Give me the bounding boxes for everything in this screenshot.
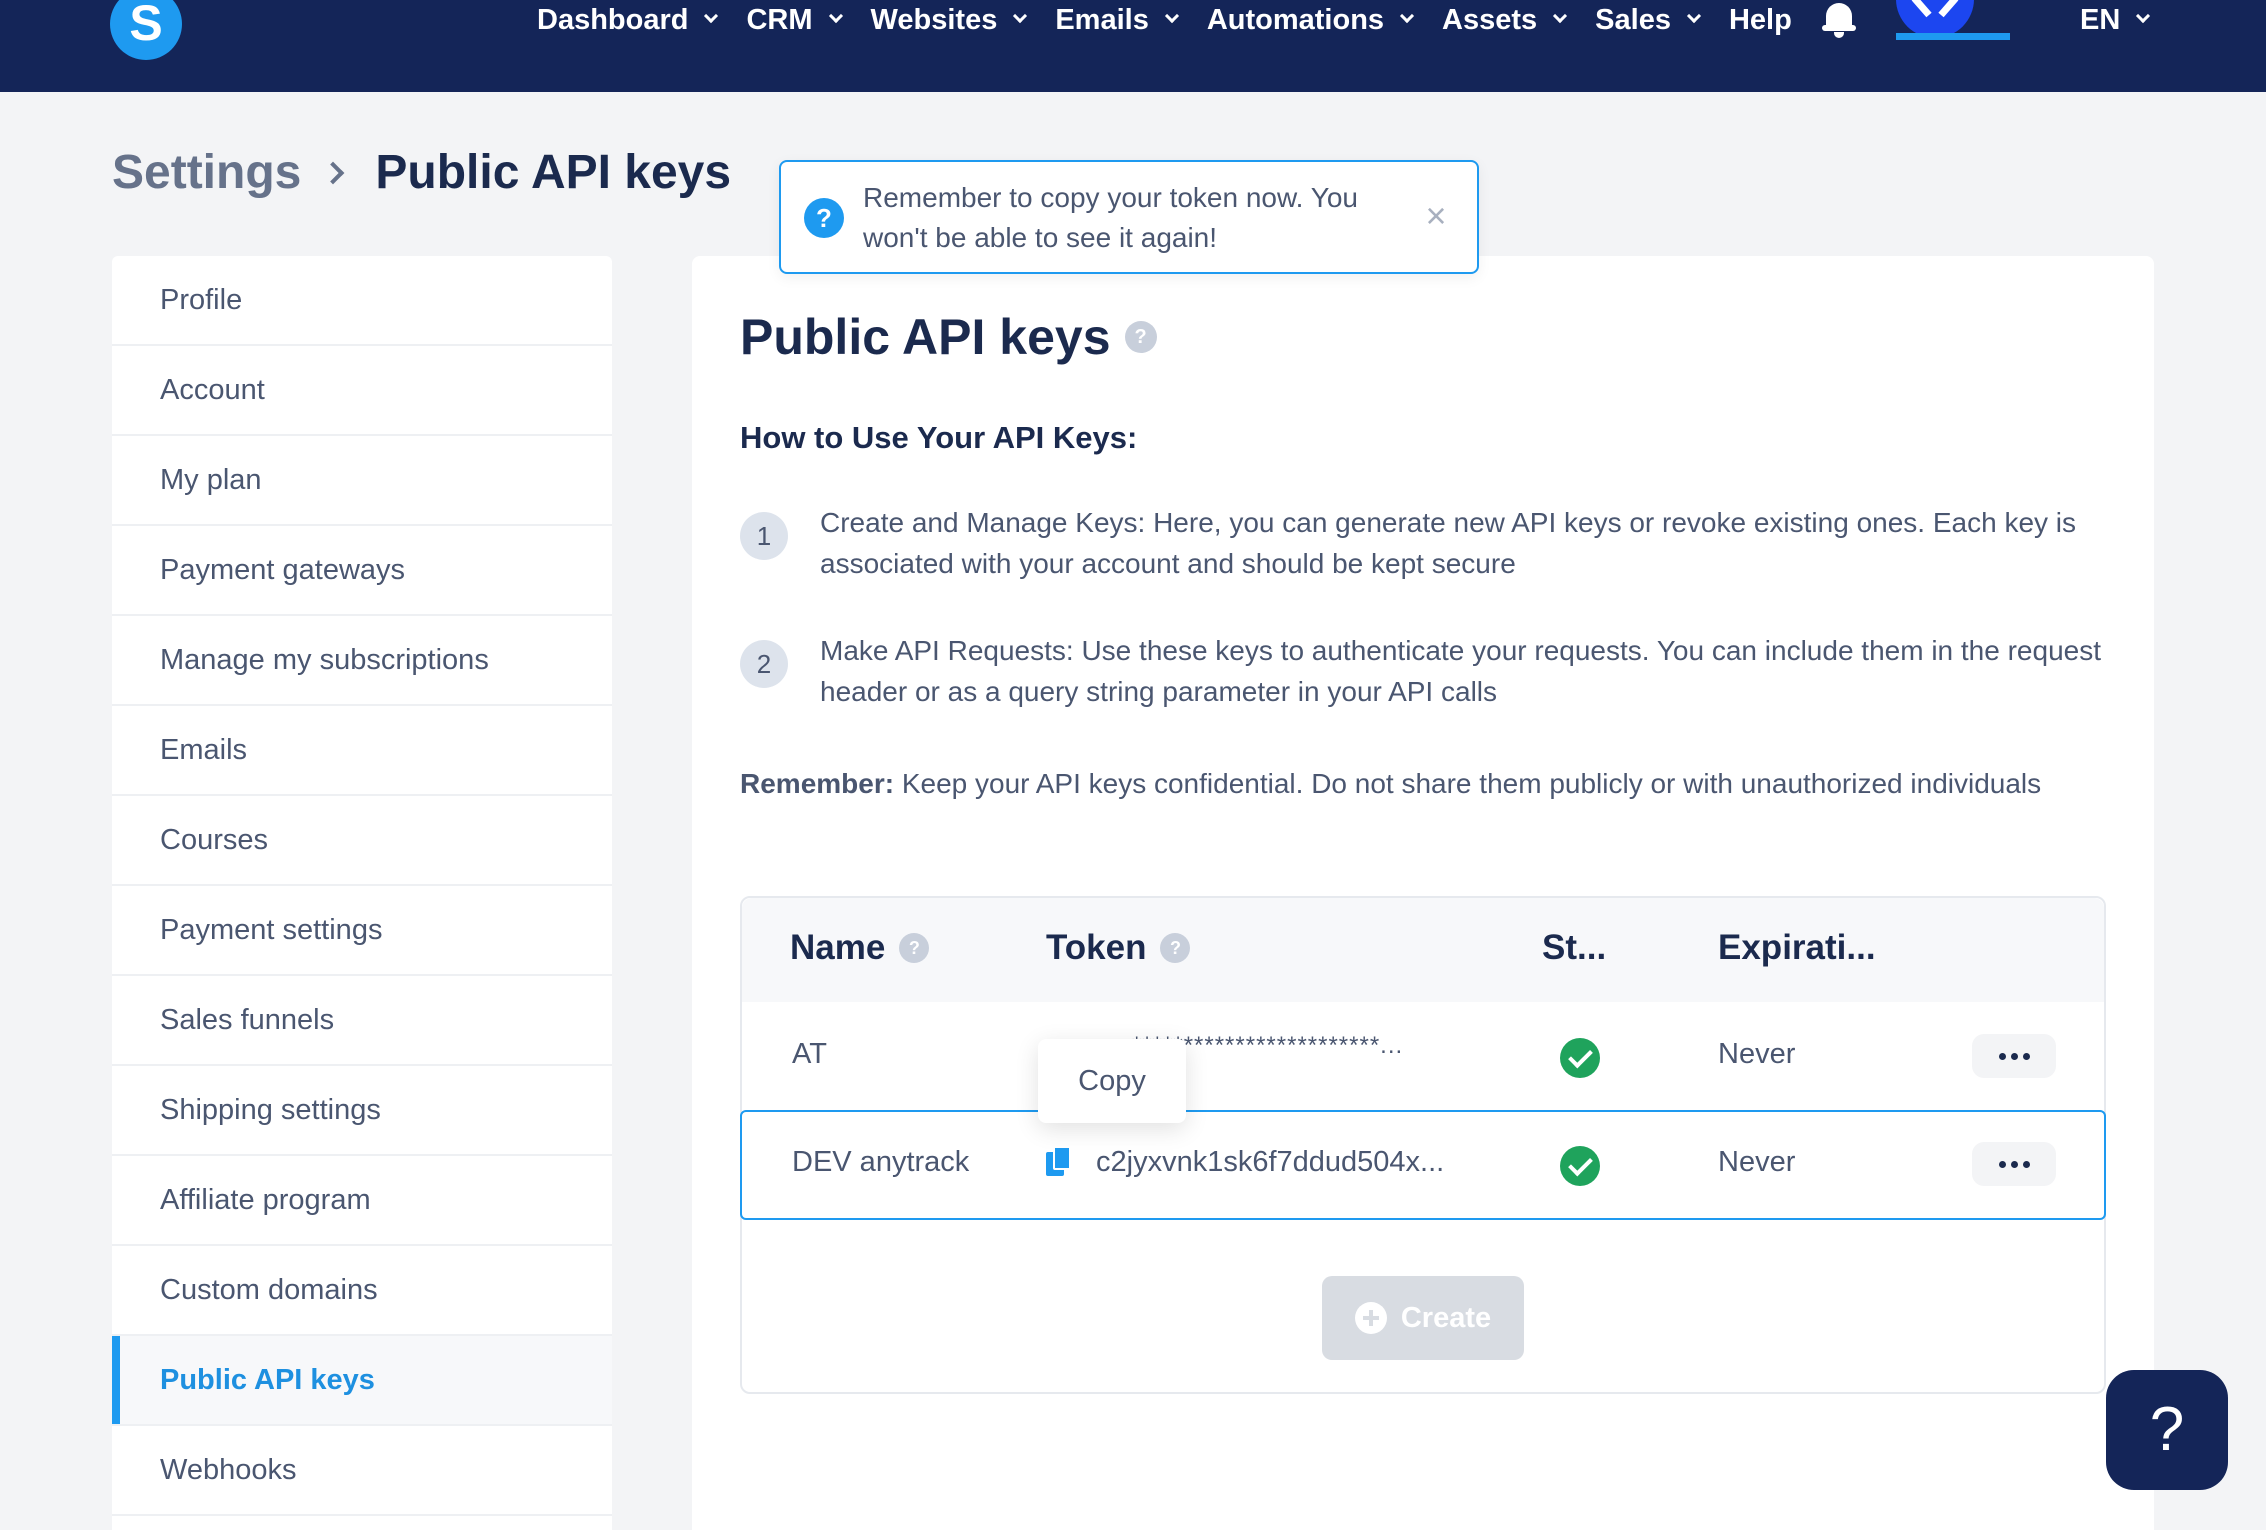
sidebar-item-webhooks[interactable]: Webhooks <box>112 1426 612 1516</box>
info-toast: ? Remember to copy your token now. You w… <box>779 160 1479 274</box>
remember-text: Keep your API keys confidential. Do not … <box>894 768 2042 799</box>
chevron-down-icon <box>1686 8 1702 24</box>
page-title-text: Public API keys <box>740 309 1111 365</box>
step-number: 1 <box>740 512 788 560</box>
close-icon[interactable]: × <box>1421 198 1451 234</box>
chevron-down-icon <box>1399 8 1415 24</box>
chevron-down-icon <box>828 8 843 24</box>
sidebar-item-profile[interactable]: Profile <box>112 256 612 346</box>
page-title: Public API keys ? <box>740 308 1157 366</box>
chevron-down-icon <box>704 8 719 24</box>
sidebar-item-sales-funnels[interactable]: Sales funnels <box>112 976 612 1066</box>
copy-tooltip: Copy <box>1038 1039 1186 1123</box>
column-header-token: Token? <box>1046 928 1191 968</box>
chevron-right-icon <box>322 161 345 184</box>
breadcrumb-settings[interactable]: Settings <box>112 145 301 200</box>
sidebar-item-my-plan[interactable]: My plan <box>112 436 612 526</box>
brand-arrows-icon <box>1911 0 1959 18</box>
remember-label: Remember: <box>740 768 895 799</box>
copy-icon[interactable] <box>1046 1146 1072 1178</box>
main-nav: Dashboard CRM Websites Emails Automation… <box>537 0 2010 40</box>
sidebar-item-manage-subscriptions[interactable]: Manage my subscriptions <box>112 616 612 706</box>
nav-dashboard[interactable]: Dashboard <box>537 4 719 37</box>
chevron-down-icon <box>2136 8 2151 24</box>
sidebar-item-public-api-keys[interactable]: Public API keys <box>112 1336 612 1426</box>
account-menu[interactable] <box>1895 0 2010 92</box>
sidebar-item-custom-domains[interactable]: Custom domains <box>112 1246 612 1336</box>
more-actions-button[interactable] <box>1972 1142 2056 1186</box>
sidebar-item-affiliate-program[interactable]: Affiliate program <box>112 1156 612 1246</box>
plus-circle-icon <box>1354 1302 1387 1334</box>
sidebar-item-courses[interactable]: Courses <box>112 796 612 886</box>
sidebar-item-shipping-settings[interactable]: Shipping settings <box>112 1066 612 1156</box>
create-key-button[interactable]: Create <box>1322 1276 1524 1360</box>
nav-sales[interactable]: Sales <box>1595 4 1702 37</box>
help-chat-button[interactable]: ? <box>2106 1370 2228 1490</box>
help-icon[interactable]: ? <box>1124 321 1157 353</box>
bell-icon[interactable] <box>1821 1 1856 39</box>
chevron-down-icon <box>1553 8 1568 24</box>
nav-websites[interactable]: Websites <box>871 4 1028 37</box>
help-icon[interactable]: ? <box>899 933 930 963</box>
step-number: 2 <box>740 640 788 688</box>
active-indicator <box>1895 33 2010 40</box>
step-item: 1 Create and Manage Keys: Here, you can … <box>740 502 2120 584</box>
main-panel: Public API keys ? How to Use Your API Ke… <box>692 256 2154 1530</box>
help-icon[interactable]: ? <box>1160 933 1191 963</box>
chevron-down-icon <box>1013 8 1028 24</box>
nav-help[interactable]: Help <box>1729 4 1792 37</box>
question-icon: ? <box>804 198 844 238</box>
table-row[interactable]: AT ************************... Never <box>742 1002 2104 1112</box>
column-header-status: St... <box>1542 928 1607 967</box>
step-text: Make API Requests: Use these keys to aut… <box>820 635 2101 707</box>
table-row[interactable]: DEV anytrack c2jyxvnk1sk6f7ddud504x... N… <box>740 1110 2106 1220</box>
sidebar-item-account[interactable]: Account <box>112 346 612 436</box>
sidebar-item-payment-settings[interactable]: Payment settings <box>112 886 612 976</box>
key-name: DEV anytrack <box>792 1146 970 1178</box>
breadcrumb-current: Public API keys <box>375 146 732 199</box>
key-expiration: Never <box>1718 1146 1796 1178</box>
nav-automations[interactable]: Automations <box>1207 4 1415 37</box>
language-selector[interactable]: EN <box>2080 0 2151 40</box>
howto-heading: How to Use Your API Keys: <box>740 420 1138 455</box>
step-text: Create and Manage Keys: Here, you can ge… <box>820 507 2077 579</box>
remember-note: Remember: Keep your API keys confidentia… <box>740 768 2041 800</box>
step-item: 2 Make API Requests: Use these keys to a… <box>740 630 2120 712</box>
column-header-expiration: Expirati... <box>1718 928 1876 967</box>
check-circle-icon <box>1560 1038 1600 1078</box>
api-keys-table: Name? Token? St... Expirati... AT ******… <box>740 896 2106 1394</box>
check-circle-icon <box>1560 1146 1600 1186</box>
nav-emails[interactable]: Emails <box>1055 4 1179 37</box>
key-name: AT <box>792 1038 827 1070</box>
create-label: Create <box>1400 1301 1492 1334</box>
sidebar-item-payment-gateways[interactable]: Payment gateways <box>112 526 612 616</box>
toast-message: Remember to copy your token now. You won… <box>863 182 1358 253</box>
sidebar-item-emails[interactable]: Emails <box>112 706 612 796</box>
key-expiration: Never <box>1718 1038 1796 1070</box>
chevron-down-icon <box>1164 8 1179 24</box>
column-header-name: Name? <box>790 928 930 968</box>
nav-assets[interactable]: Assets <box>1442 4 1568 37</box>
top-navbar: S Dashboard CRM Websites Emails Automati… <box>0 0 2266 92</box>
settings-sidebar: Profile Account My plan Payment gateways… <box>112 256 612 1530</box>
nav-crm[interactable]: CRM <box>746 4 843 37</box>
more-actions-button[interactable] <box>1972 1034 2056 1078</box>
table-header: Name? Token? St... Expirati... <box>742 898 2104 1002</box>
key-token: c2jyxvnk1sk6f7ddud504x... <box>1096 1146 1445 1178</box>
brand-logo[interactable]: S <box>110 0 182 60</box>
breadcrumb: Settings Public API keys <box>112 145 731 200</box>
